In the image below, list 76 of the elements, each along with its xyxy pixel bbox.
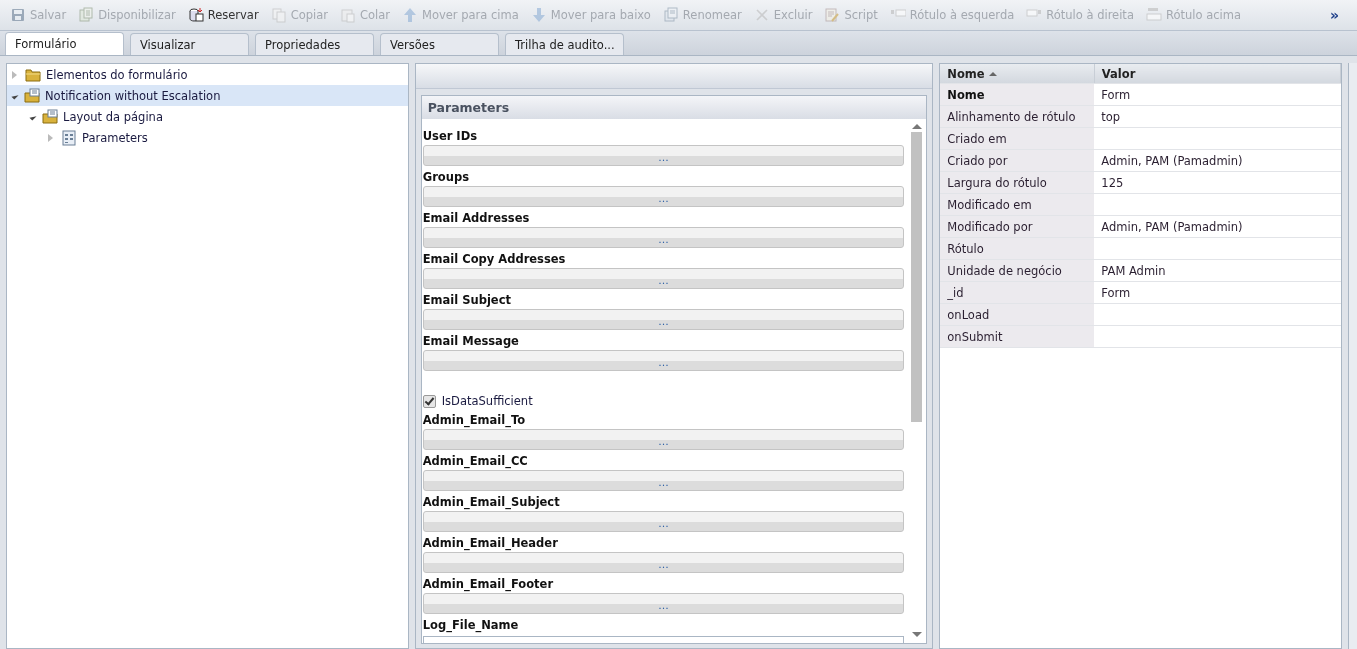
property-name: Criado em — [940, 127, 1095, 150]
property-value: Form — [1094, 83, 1341, 106]
label-top-icon — [1145, 7, 1162, 23]
folder-icon — [24, 87, 40, 104]
field-label: Email Message — [422, 333, 520, 350]
field-label: Admin_Email_CC — [422, 453, 529, 470]
property-value: 125 — [1094, 171, 1341, 194]
property-name: Criado por — [940, 149, 1095, 172]
paste-icon — [339, 7, 356, 23]
up-arrow-icon — [402, 7, 418, 23]
lookup-button[interactable]: ... — [422, 429, 905, 450]
folder-icon — [42, 108, 58, 125]
checkbox-label: IsDataSufficient — [441, 394, 533, 408]
field-label: User IDs — [422, 128, 479, 145]
field-label: Email Subject — [422, 292, 512, 309]
property-value: Admin, PAM (Pamadmin) — [1094, 149, 1341, 172]
property-value: Admin, PAM (Pamadmin) — [1094, 215, 1341, 238]
more-button[interactable]: » — [1315, 7, 1353, 23]
property-name: Rótulo — [940, 237, 1095, 260]
field-label: Log_File_Name — [422, 617, 520, 634]
tab[interactable]: Versões — [380, 33, 499, 55]
close-icon — [753, 7, 770, 23]
grid-icon — [61, 129, 77, 146]
field-label: Admin_Email_To — [422, 412, 527, 429]
script-icon — [824, 7, 841, 23]
property-name: Modificado por — [940, 215, 1095, 238]
property-name: Alinhamento de rótulo — [940, 105, 1095, 128]
tree-item[interactable]: Elementos do formulário — [7, 64, 408, 85]
folder-icon — [25, 66, 41, 83]
property-name: _id — [940, 281, 1095, 304]
database-icon — [187, 7, 204, 23]
property-name: Nome — [940, 83, 1095, 106]
field-label: Admin_Email_Footer — [422, 576, 555, 593]
tab[interactable]: Propriedades — [255, 33, 374, 55]
tab[interactable]: Trilha de audito... — [505, 33, 624, 55]
property-name: onSubmit — [940, 325, 1095, 348]
lookup-button[interactable]: ... — [422, 145, 905, 166]
checkbox[interactable] — [422, 394, 436, 408]
tab[interactable]: Visualizar — [130, 33, 249, 55]
lookup-button[interactable]: ... — [422, 593, 905, 614]
panel-title: Parameters — [421, 96, 927, 119]
toolbar-button[interactable]: Reservar — [181, 4, 265, 26]
property-name: Modificado em — [940, 193, 1095, 216]
property-name: Unidade de negócio — [940, 259, 1095, 282]
property-value: Form — [1094, 281, 1341, 304]
documents-icon — [78, 7, 95, 23]
column-header[interactable]: Nome — [940, 64, 1095, 84]
lookup-button[interactable]: ... — [422, 186, 905, 207]
field-label: Admin_Email_Subject — [422, 494, 561, 511]
tree-item[interactable]: Notification without Escalation — [7, 85, 408, 106]
property-name: onLoad — [940, 303, 1095, 326]
lookup-button[interactable]: ... — [422, 268, 905, 289]
lookup-button[interactable]: ... — [422, 227, 905, 248]
field-label: Email Addresses — [422, 210, 531, 227]
field-label: Email Copy Addresses — [422, 251, 567, 268]
lookup-button[interactable]: ... — [422, 470, 905, 491]
tab[interactable]: Formulário — [5, 32, 124, 55]
tree-item[interactable]: Layout da página — [7, 106, 408, 127]
down-arrow-icon — [530, 7, 547, 23]
lookup-button[interactable]: ... — [422, 309, 905, 330]
field-label: Groups — [422, 169, 470, 186]
property-value: PAM Admin — [1094, 259, 1341, 282]
field-label: Admin_Email_Header — [422, 535, 559, 552]
expand-icon[interactable] — [48, 133, 53, 142]
documents-icon — [662, 7, 679, 23]
lookup-button[interactable]: ... — [422, 552, 905, 573]
expand-icon[interactable] — [12, 70, 17, 79]
column-header[interactable]: Valor — [1094, 64, 1341, 84]
property-value: top — [1094, 105, 1341, 128]
text-field[interactable] — [422, 636, 905, 643]
lookup-button[interactable]: ... — [422, 511, 905, 532]
copy-icon — [270, 7, 287, 23]
lookup-button[interactable]: ... — [422, 350, 905, 371]
sort-icon — [988, 72, 997, 76]
property-name: Largura do rótulo — [940, 171, 1095, 194]
tree-item[interactable]: Parameters — [7, 127, 408, 148]
